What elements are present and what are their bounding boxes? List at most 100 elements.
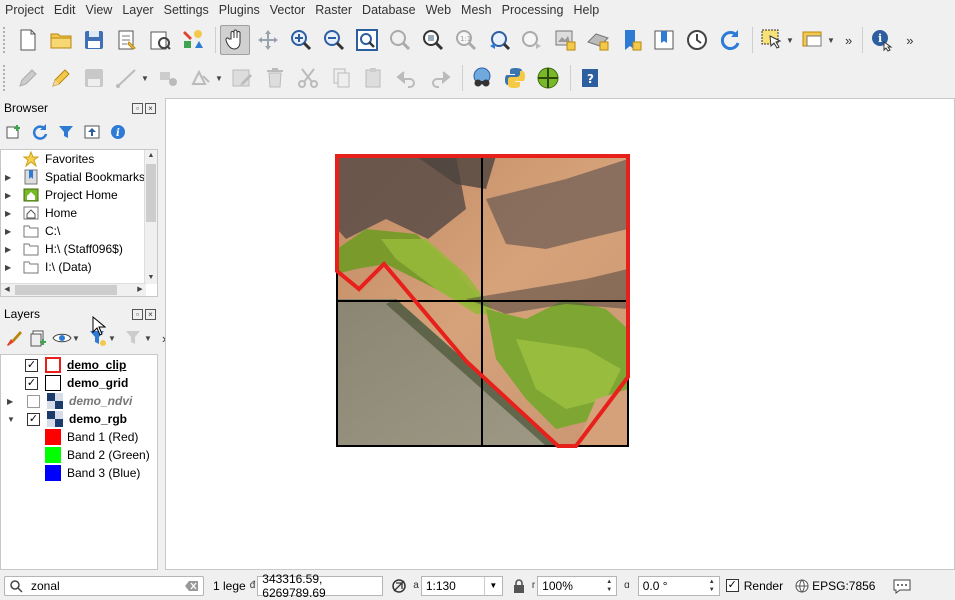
filter-browser-icon[interactable] — [56, 122, 76, 142]
pan-map-icon[interactable] — [220, 25, 250, 55]
browser-tree[interactable]: Favorites ▶ Spatial Bookmarks ▶ Project … — [0, 149, 158, 297]
layer-name[interactable]: demo_ndvi — [69, 394, 132, 408]
visibility-dropdown[interactable]: ▼ — [72, 334, 80, 343]
crs-globe-icon[interactable] — [795, 579, 809, 593]
rotation-value[interactable]: 0.0 ° — [643, 579, 707, 593]
layer-visibility-checkbox[interactable] — [27, 394, 40, 408]
delete-selected-icon[interactable] — [260, 63, 290, 93]
copy-features-icon[interactable] — [326, 63, 356, 93]
float-panel-icon[interactable]: ▫ — [132, 308, 143, 320]
toggle-extents-icon[interactable] — [391, 578, 407, 594]
collapse-all-icon[interactable] — [82, 122, 102, 142]
undo-icon[interactable] — [392, 63, 422, 93]
layer-visibility-checkbox[interactable]: ✓ — [27, 412, 40, 426]
magnifier-value[interactable]: 100% — [542, 579, 604, 593]
clear-search-icon[interactable] — [185, 580, 199, 592]
attribute-table-icon[interactable] — [798, 25, 828, 55]
grid-plugin-icon[interactable] — [533, 63, 563, 93]
help-contents-icon[interactable]: ? — [575, 63, 605, 93]
zoom-to-selection-icon[interactable] — [385, 25, 415, 55]
new-print-layout-icon[interactable] — [112, 25, 142, 55]
scale-value[interactable]: 1:130 — [426, 579, 484, 593]
expand-arrow-icon[interactable]: ▶ — [5, 191, 17, 200]
spin-arrows-icon[interactable]: ▲ ▼ — [707, 578, 717, 594]
zoom-to-layer-icon[interactable] — [418, 25, 448, 55]
refresh-icon[interactable] — [715, 25, 745, 55]
toolbar-grip[interactable] — [3, 65, 9, 91]
scale-dropdown-icon[interactable]: ▼ — [483, 576, 502, 595]
paste-features-icon[interactable] — [359, 63, 389, 93]
expression-dropdown[interactable]: ▼ — [144, 334, 152, 343]
scroll-left-icon[interactable]: ◀ — [1, 284, 13, 296]
toolbar-overflow-icon[interactable]: » — [845, 33, 852, 48]
filter-expression-icon[interactable] — [124, 328, 144, 348]
scroll-right-icon[interactable]: ▶ — [134, 284, 146, 296]
refresh-browser-icon[interactable] — [30, 122, 50, 142]
modify-dropdown[interactable]: ▼ — [215, 74, 223, 83]
menu-plugins[interactable]: Plugins — [214, 0, 265, 20]
cut-features-icon[interactable] — [293, 63, 323, 93]
menu-database[interactable]: Database — [357, 0, 421, 20]
modify-attributes-icon[interactable] — [186, 63, 216, 93]
zoom-last-icon[interactable] — [484, 25, 514, 55]
expand-arrow-icon[interactable]: ▶ — [5, 245, 17, 254]
style-manager-icon[interactable] — [178, 25, 208, 55]
locator-search-field[interactable]: zonal — [4, 575, 204, 596]
layer-row-demo-rgb[interactable]: ▼ ✓ demo_rgb — [1, 410, 157, 428]
locator-search-value[interactable]: zonal — [31, 579, 185, 593]
browser-horizontal-scrollbar[interactable]: ◀ ▶ — [1, 283, 146, 296]
browser-item-home[interactable]: ▶ Home — [1, 204, 157, 222]
coordinate-field[interactable]: 343316.59, 6269789.69 — [257, 572, 384, 600]
open-project-icon[interactable] — [46, 25, 76, 55]
menu-edit[interactable]: Edit — [49, 0, 81, 20]
magnifier-spinbox[interactable]: 100% ▲ ▼ — [537, 575, 618, 596]
zoom-full-icon[interactable] — [352, 25, 382, 55]
menu-project[interactable]: Project — [0, 0, 49, 20]
save-project-icon[interactable] — [79, 25, 109, 55]
expand-arrow-icon[interactable]: ▶ — [5, 227, 17, 236]
menu-help[interactable]: Help — [568, 0, 604, 20]
layer-name[interactable]: demo_grid — [67, 376, 128, 390]
digitize-dropdown[interactable]: ▼ — [141, 74, 149, 83]
redo-icon[interactable] — [425, 63, 455, 93]
menu-layer[interactable]: Layer — [117, 0, 158, 20]
menu-settings[interactable]: Settings — [159, 0, 214, 20]
new-spatial-bookmark-icon[interactable] — [616, 25, 646, 55]
crs-label[interactable]: EPSG:7856 — [812, 579, 875, 593]
expand-arrow-icon[interactable]: ▶ — [7, 397, 27, 406]
scrollbar-thumb[interactable] — [15, 285, 117, 295]
identify-features-icon[interactable]: i — [867, 25, 897, 55]
browser-item-project-home[interactable]: ▶ Project Home — [1, 186, 157, 204]
layer-row-demo-ndvi[interactable]: ▶ demo_ndvi — [1, 392, 157, 410]
menu-processing[interactable]: Processing — [497, 0, 569, 20]
osm-place-search-icon[interactable] — [467, 63, 497, 93]
menu-view[interactable]: View — [80, 0, 117, 20]
new-3d-view-icon[interactable] — [583, 25, 613, 55]
zoom-in-icon[interactable] — [286, 25, 316, 55]
close-panel-icon[interactable]: × — [145, 102, 156, 114]
browser-item-favorites[interactable]: Favorites — [1, 150, 157, 168]
layer-name[interactable]: demo_rgb — [69, 412, 127, 426]
show-bookmarks-icon[interactable] — [649, 25, 679, 55]
python-console-icon[interactable] — [500, 63, 530, 93]
zoom-out-icon[interactable] — [319, 25, 349, 55]
scroll-down-icon[interactable]: ▼ — [145, 272, 157, 284]
new-project-icon[interactable] — [13, 25, 43, 55]
digitize-icon[interactable] — [112, 63, 142, 93]
scale-combobox[interactable]: 1:130 ▼ — [420, 575, 503, 596]
attribute-table-dropdown[interactable]: ▼ — [827, 36, 835, 45]
browser-item-c-drive[interactable]: ▶ C:\ — [1, 222, 157, 240]
save-edits-icon[interactable] — [79, 63, 109, 93]
layer-row-demo-grid[interactable]: ✓ demo_grid — [1, 374, 157, 392]
zoom-native-icon[interactable]: 1:1 — [451, 25, 481, 55]
expand-arrow-icon[interactable]: ▶ — [5, 209, 17, 218]
messages-icon[interactable] — [893, 578, 911, 594]
layer-name[interactable]: demo_clip — [67, 358, 126, 372]
manage-visibility-icon[interactable] — [52, 328, 72, 348]
browser-vertical-scrollbar[interactable]: ▲ ▼ — [144, 150, 157, 284]
menu-web[interactable]: Web — [421, 0, 456, 20]
zoom-next-icon[interactable] — [517, 25, 547, 55]
properties-info-icon[interactable]: i — [108, 122, 128, 142]
layout-manager-icon[interactable] — [145, 25, 175, 55]
add-selected-layers-icon[interactable] — [4, 122, 24, 142]
